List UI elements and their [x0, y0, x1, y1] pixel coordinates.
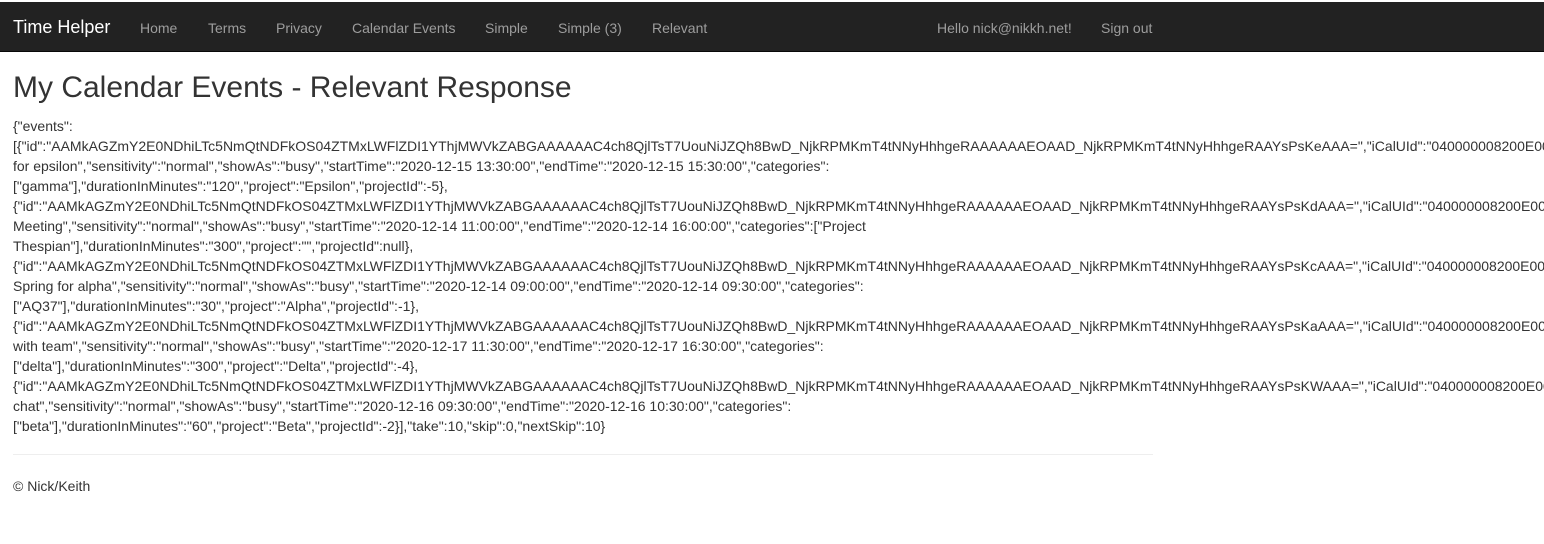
nav-link-calendar-events[interactable]: Calendar Events [352, 19, 456, 37]
page-title: My Calendar Events - Relevant Response [13, 71, 572, 104]
json-line: {"events": [13, 118, 73, 134]
json-line: ["gamma"],"durationInMinutes":"120","pro… [13, 178, 448, 194]
json-line: {"id":"AAMkAGZmY2E0NDhiLTc5NmQtNDFkOS04Z… [13, 318, 1544, 334]
top-navbar: Time Helper Home Terms Privacy Calendar … [0, 2, 1544, 52]
json-line: Spring for alpha","sensitivity":"normal"… [13, 278, 864, 294]
nav-link-simple[interactable]: Simple [485, 19, 528, 37]
json-line: with team","sensitivity":"normal","showA… [13, 338, 824, 354]
json-line: Thespian"],"durationInMinutes":"300","pr… [13, 238, 414, 254]
json-line: for epsilon","sensitivity":"normal","sho… [13, 158, 830, 174]
nav-link-relevant[interactable]: Relevant [652, 19, 707, 37]
brand-link[interactable]: Time Helper [13, 17, 110, 37]
nav-link-simple-3[interactable]: Simple (3) [558, 19, 622, 37]
footer-text: © Nick/Keith [13, 478, 91, 494]
json-line: ["delta"],"durationInMinutes":"300","pro… [13, 358, 419, 374]
sign-out-link[interactable]: Sign out [1101, 19, 1152, 37]
json-line: {"id":"AAMkAGZmY2E0NDhiLTc5NmQtNDFkOS04Z… [13, 198, 1544, 214]
nav-link-terms[interactable]: Terms [208, 19, 246, 37]
footer-divider [13, 454, 1153, 455]
user-greeting-link[interactable]: Hello nick@nikkh.net! [937, 19, 1072, 37]
nav-link-privacy[interactable]: Privacy [276, 19, 322, 37]
json-line: ["beta"],"durationInMinutes":"60","proje… [13, 418, 606, 434]
json-response: {"events": [{"id":"AAMkAGZmY2E0NDhiLTc5Nm… [13, 116, 1544, 436]
json-line: ["AQ37"],"durationInMinutes":"30","proje… [13, 298, 419, 314]
json-line: chat","sensitivity":"normal","showAs":"b… [13, 398, 792, 414]
json-line: [{"id":"AAMkAGZmY2E0NDhiLTc5NmQtNDFkOS04… [13, 138, 1544, 154]
json-line: Meeting","sensitivity":"normal","showAs"… [13, 218, 866, 234]
json-line: {"id":"AAMkAGZmY2E0NDhiLTc5NmQtNDFkOS04Z… [13, 378, 1544, 394]
nav-link-home[interactable]: Home [140, 19, 177, 37]
json-line: {"id":"AAMkAGZmY2E0NDhiLTc5NmQtNDFkOS04Z… [13, 258, 1544, 274]
